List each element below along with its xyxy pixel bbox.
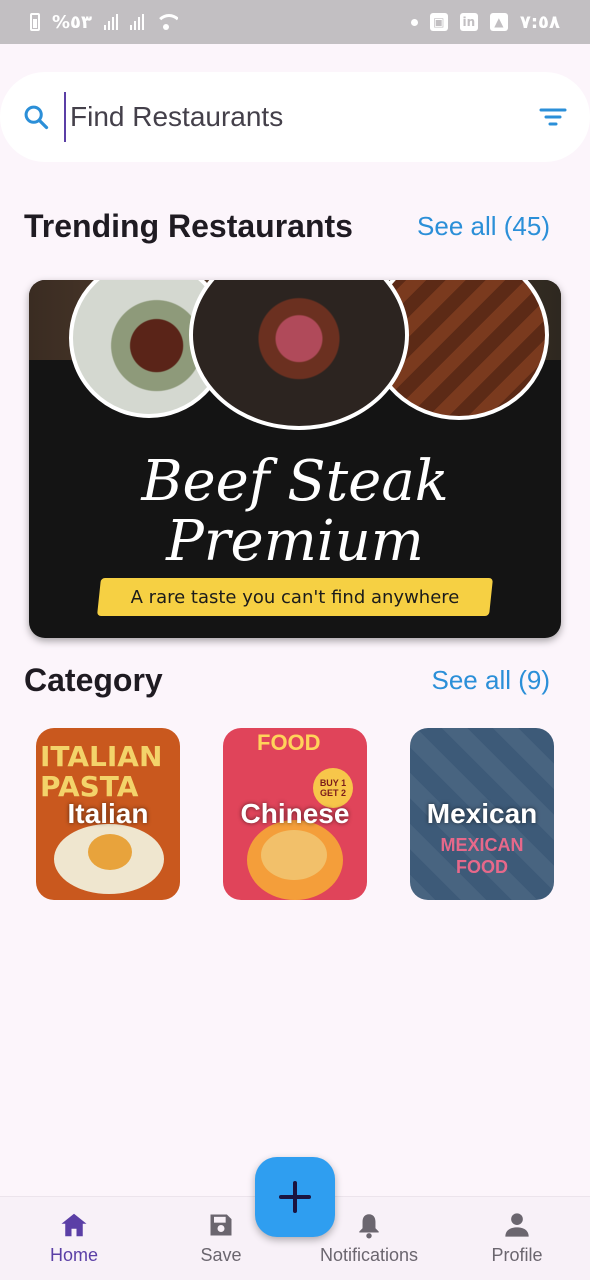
search-input[interactable]	[64, 92, 524, 142]
italian-art-text: ITALIAN PASTA	[40, 740, 163, 803]
category-label-chinese: Chinese	[240, 798, 350, 829]
sliced-steak-plate-image	[189, 280, 409, 430]
nav-profile-label: Profile	[491, 1245, 543, 1265]
category-card-chinese[interactable]: FOOD BUY 1 GET 2 Chinese	[223, 728, 367, 900]
notification-dot-icon	[410, 18, 418, 26]
nav-save[interactable]: Save	[186, 1197, 256, 1280]
bell-icon	[359, 1214, 379, 1239]
linkedin-icon: in	[459, 13, 478, 31]
search-icon[interactable]	[22, 103, 50, 131]
category-card-mexican[interactable]: MEXICAN FOOD Mexican	[410, 728, 554, 900]
nav-home[interactable]: Home	[36, 1197, 112, 1280]
save-icon	[210, 1214, 232, 1236]
mexican-art-text: MEXICAN FOOD	[440, 835, 524, 877]
status-bar: %٥٣ ▣ in ▲ ٧:٥٨	[0, 0, 590, 44]
battery-percent: %٥٣	[52, 11, 93, 33]
banner-title-line2: Premium	[166, 509, 424, 574]
search-bar	[0, 72, 590, 162]
nav-notifications-label: Notifications	[319, 1245, 419, 1265]
signal-icon	[104, 14, 119, 30]
nav-home-label: Home	[49, 1245, 98, 1265]
pasta-plate-image	[54, 824, 164, 894]
nav-profile[interactable]: Profile	[482, 1197, 552, 1280]
category-see-all-link[interactable]: See all (9)	[432, 665, 551, 696]
trending-see-all-link[interactable]: See all (45)	[417, 211, 550, 242]
trending-banner[interactable]: Beef Steak Premium A rare taste you can'…	[29, 280, 561, 638]
status-right: ▣ in ▲ ٧:٥٨	[410, 11, 560, 33]
add-button[interactable]	[255, 1157, 335, 1237]
battery-icon	[30, 13, 40, 31]
app-notification-icon: ▣	[429, 13, 448, 31]
banner-title-line1: Beef Steak	[141, 449, 449, 514]
wifi-icon	[156, 14, 179, 30]
noodle-bowl-image	[247, 820, 343, 900]
status-time: ٧:٥٨	[519, 11, 560, 33]
signal-icon-2	[130, 14, 145, 30]
category-label-mexican: Mexican	[426, 798, 538, 829]
chinese-art-text: FOOD	[257, 730, 321, 755]
nav-save-label: Save	[200, 1245, 242, 1265]
category-label-italian: Italian	[67, 798, 149, 829]
status-left: %٥٣	[30, 11, 179, 33]
plus-icon	[279, 1181, 311, 1213]
category-card-italian[interactable]: ITALIAN PASTA Italian	[36, 728, 180, 900]
person-icon	[505, 1213, 529, 1237]
gallery-icon: ▲	[489, 13, 508, 31]
banner-tagline: A rare taste you can't find anywhere	[130, 586, 460, 608]
filter-icon[interactable]	[538, 105, 568, 129]
trending-title: Trending Restaurants	[24, 208, 353, 244]
home-icon	[61, 1213, 87, 1237]
category-title: Category	[24, 662, 163, 698]
